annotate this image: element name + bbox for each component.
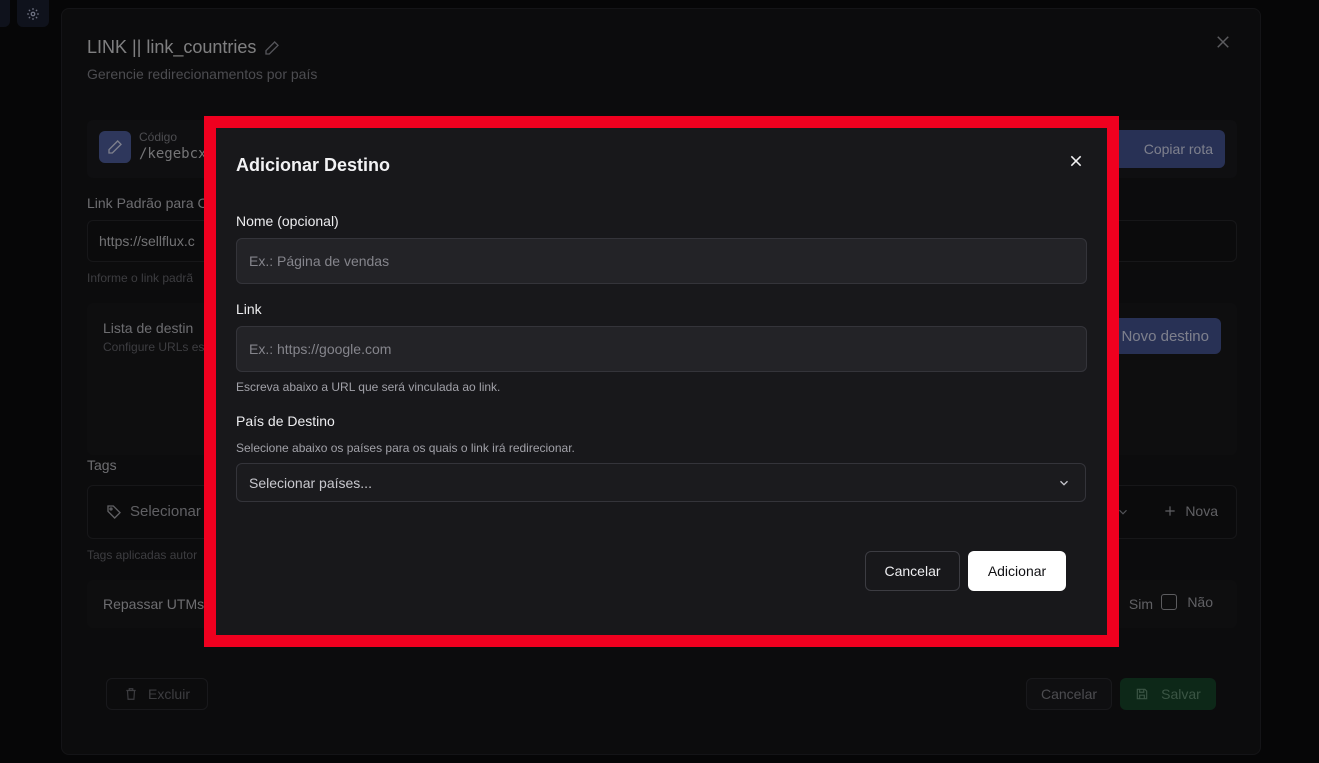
link-hint: Escreva abaixo a URL que será vinculada … xyxy=(236,380,501,394)
country-hint: Selecione abaixo os países para os quais… xyxy=(236,441,575,455)
name-label: Nome (opcional) xyxy=(236,213,339,229)
link-input[interactable]: Ex.: https://google.com xyxy=(236,326,1087,372)
name-input[interactable]: Ex.: Página de vendas xyxy=(236,238,1087,284)
country-label: País de Destino xyxy=(236,413,335,429)
country-select[interactable]: Selecionar países... xyxy=(236,463,1086,502)
modal-cancel-button[interactable]: Cancelar xyxy=(865,551,960,591)
chevron-down-icon xyxy=(1060,480,1068,486)
country-select-placeholder: Selecionar países... xyxy=(249,475,372,491)
modal-title: Adicionar Destino xyxy=(236,155,391,175)
close-icon[interactable] xyxy=(1069,154,1083,168)
add-button[interactable]: Adicionar xyxy=(968,551,1066,591)
link-label: Link xyxy=(236,301,262,317)
add-destination-modal: Adicionar Destino Nome (opcional) Ex.: P… xyxy=(216,128,1107,635)
